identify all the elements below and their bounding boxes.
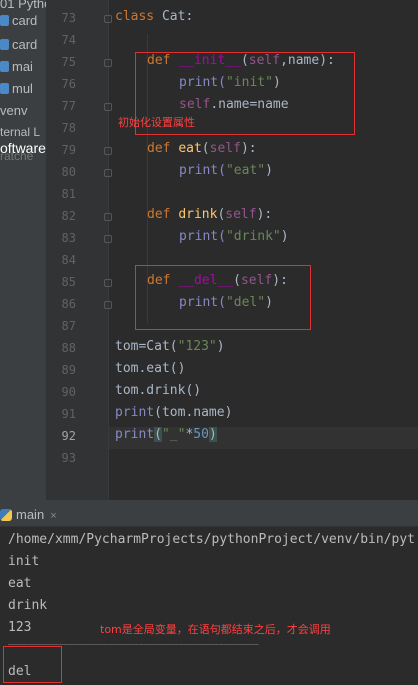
highlight-box-del-output xyxy=(3,646,62,683)
python-icon xyxy=(0,509,12,521)
fold-marker-icon[interactable] xyxy=(104,59,112,67)
run-tab-main[interactable]: main × xyxy=(0,504,63,526)
sidebar-item-scratches[interactable]: ratche xyxy=(0,149,33,163)
line-number: 76 xyxy=(61,77,76,91)
console-line: 123 xyxy=(8,620,32,635)
line-number: 89 xyxy=(61,363,76,377)
line-number: 88 xyxy=(61,341,76,355)
fold-marker-icon[interactable] xyxy=(104,15,112,23)
sidebar-item-file[interactable]: mai xyxy=(0,59,33,74)
line-number: 78 xyxy=(61,121,76,135)
fold-marker-icon[interactable] xyxy=(104,301,112,309)
line-number: 72 xyxy=(50,0,76,3)
line-number: 84 xyxy=(61,253,76,267)
console-line-underscores: ________________________________________… xyxy=(8,636,259,645)
console-line: init xyxy=(8,554,40,569)
fold-marker-icon[interactable] xyxy=(104,213,112,221)
sidebar-item-file[interactable]: card xyxy=(0,37,37,52)
code-editor[interactable]: 72 73 74 75 76 77 78 79 80 81 82 83 84 8… xyxy=(46,0,418,500)
sidebar-item-file[interactable]: mul xyxy=(0,81,33,96)
sidebar-item-file[interactable]: card xyxy=(0,13,37,28)
run-toolbar: main × xyxy=(0,504,418,527)
fold-marker-icon[interactable] xyxy=(104,279,112,287)
annotation-global-note: tom是全局变量，在语句都结束之后，才会调用 xyxy=(100,623,331,636)
console-line: eat xyxy=(8,576,32,591)
sidebar-item-project[interactable]: 01 Pytho xyxy=(0,0,46,11)
code-line-90: tom.drink() xyxy=(115,383,202,398)
line-number: 80 xyxy=(61,165,76,179)
line-number: 90 xyxy=(61,385,76,399)
fold-marker-icon[interactable] xyxy=(104,103,112,111)
line-number: 73 xyxy=(61,11,76,25)
python-file-icon xyxy=(0,39,9,50)
gutter-separator xyxy=(108,0,109,500)
code-line-82: def drink(self): xyxy=(147,207,273,222)
code-line-89: tom.eat() xyxy=(115,361,186,376)
line-number: 81 xyxy=(61,187,76,201)
line-number: 86 xyxy=(61,297,76,311)
code-line-73: class Cat: xyxy=(115,9,194,24)
code-line-79: def eat(self): xyxy=(147,141,257,156)
fold-marker-icon[interactable] xyxy=(104,147,112,155)
line-number: 77 xyxy=(61,99,76,113)
line-number-current: 92 xyxy=(61,429,76,443)
highlight-box-del xyxy=(135,265,311,330)
line-number: 75 xyxy=(61,55,76,69)
sidebar-item-venv[interactable]: venv xyxy=(0,103,27,118)
python-file-icon xyxy=(0,15,9,26)
console-line: drink xyxy=(8,598,48,613)
code-line-80: print("eat") xyxy=(179,163,273,178)
code-line-83: print("drink") xyxy=(179,229,289,244)
run-console[interactable]: /home/xmm/PycharmProjects/pythonProject/… xyxy=(0,527,418,685)
fold-marker-icon[interactable] xyxy=(104,169,112,177)
code-line-91: print(tom.name) xyxy=(115,405,233,420)
code-line-92: print("_"*50) xyxy=(115,427,217,442)
line-number: 87 xyxy=(61,319,76,333)
line-number: 91 xyxy=(61,407,76,421)
line-number: 79 xyxy=(61,143,76,157)
line-number: 83 xyxy=(61,231,76,245)
line-number: 82 xyxy=(61,209,76,223)
close-icon[interactable]: × xyxy=(50,510,56,522)
fold-marker-icon[interactable] xyxy=(104,235,112,243)
line-number: 93 xyxy=(61,451,76,465)
code-line-88: tom=Cat("123") xyxy=(115,339,225,354)
project-sidebar: 01 Pytho card card mai mul venv ternal L… xyxy=(0,0,46,500)
console-line-command: /home/xmm/PycharmProjects/pythonProject/… xyxy=(8,532,415,547)
line-number: 74 xyxy=(61,33,76,47)
python-file-icon xyxy=(0,83,9,94)
line-number: 85 xyxy=(61,275,76,289)
sidebar-item-external-libraries[interactable]: ternal L xyxy=(0,125,40,139)
annotation-init-note: 初始化设置属性 xyxy=(118,116,195,129)
python-file-icon xyxy=(0,61,9,72)
line-gutter xyxy=(46,0,109,500)
